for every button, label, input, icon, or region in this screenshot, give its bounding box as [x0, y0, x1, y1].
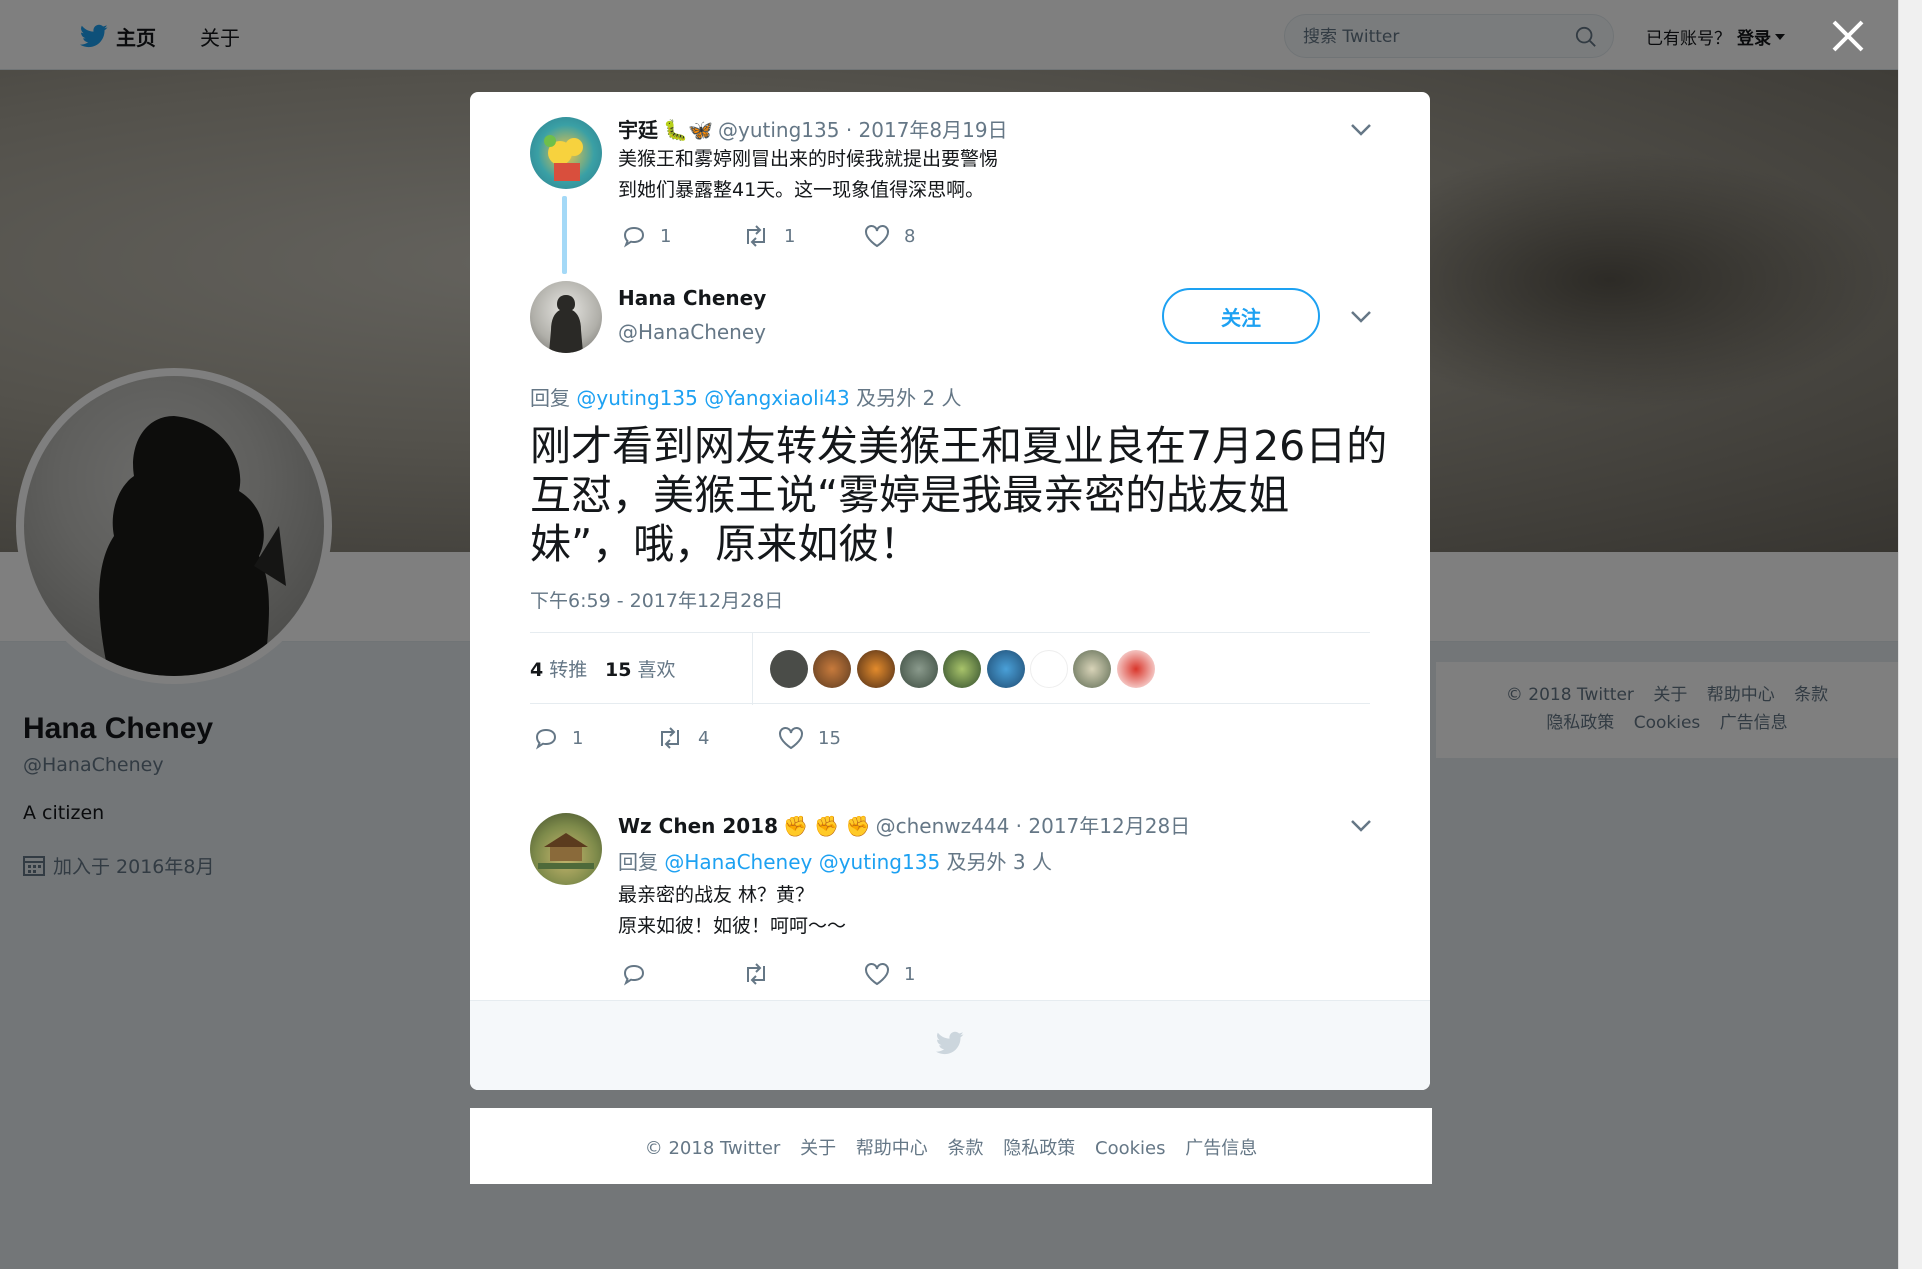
heart-icon	[865, 225, 889, 248]
footer-terms[interactable]: 条款	[948, 1138, 984, 1159]
main-tweet-author-handle[interactable]: @HanaCheney	[618, 320, 766, 344]
reply-mention-link[interactable]: @Yangxiaoli43	[704, 386, 850, 410]
tweet-permalink-modal: 宇廷 🐛🦋 @yuting135 · 2017年8月19日 美猴王和雾婷刚冒出来…	[470, 92, 1430, 1090]
parent-tweet-actions: 1 1 8	[622, 224, 915, 248]
reply-tweet-avatar[interactable]	[530, 813, 602, 885]
reply-prefix: 回复	[618, 850, 658, 874]
retweet-stat[interactable]: 4 转推	[530, 655, 587, 682]
liker-avatar[interactable]	[857, 650, 895, 688]
reply-tweet-text-line1: 最亲密的战友 林？黄？	[618, 884, 815, 906]
reply-icon	[535, 728, 557, 750]
retweet-icon	[747, 225, 765, 247]
reply-others-link[interactable]: 及另外 2 人	[856, 386, 961, 410]
reply-icon	[623, 226, 645, 248]
page-footer: © 2018 Twitter 关于 帮助中心 条款 隐私政策 Cookies 广…	[470, 1108, 1432, 1184]
liker-avatar[interactable]	[1117, 650, 1155, 688]
modal-footer	[470, 1000, 1430, 1090]
close-icon[interactable]	[1826, 14, 1870, 58]
main-tweet-timestamp[interactable]: 下午6:59 - 2017年12月28日	[530, 586, 783, 613]
like-count: 15	[818, 727, 841, 749]
retweet-icon	[661, 727, 679, 749]
reply-mention-link[interactable]: @yuting135	[819, 850, 940, 874]
retweet-button[interactable]	[742, 962, 864, 986]
liker-avatar[interactable]	[987, 650, 1025, 688]
retweet-icon	[747, 963, 765, 985]
retweet-stat-count: 4	[530, 659, 544, 681]
reply-button[interactable]	[622, 962, 742, 986]
chevron-down-icon[interactable]	[1350, 819, 1372, 833]
reply-button[interactable]: 1	[534, 726, 656, 750]
reply-tweet-text: 最亲密的战友 林？黄？ 原来如彼！如彼！呵呵～～	[618, 880, 846, 942]
main-tweet-avatar[interactable]	[530, 281, 602, 353]
heart-icon	[865, 963, 889, 986]
follow-button[interactable]: 关注	[1162, 288, 1320, 344]
parent-tweet-header: 宇廷 🐛🦋 @yuting135 · 2017年8月19日	[618, 114, 1008, 143]
retweet-count: 1	[784, 225, 796, 247]
thread-connector-line	[562, 196, 567, 274]
reply-mention-link[interactable]: @yuting135	[576, 386, 697, 410]
footer-cookies[interactable]: Cookies	[1095, 1138, 1165, 1159]
stats-divider	[752, 633, 753, 705]
chevron-down-icon[interactable]	[1350, 123, 1372, 137]
like-stat[interactable]: 15 喜欢	[605, 655, 675, 682]
like-button[interactable]: 1	[864, 962, 915, 986]
retweet-stat-label: 转推	[549, 659, 588, 681]
parent-tweet-author-name[interactable]: 宇廷	[618, 118, 658, 142]
reply-others-link[interactable]: 及另外 3 人	[947, 850, 1052, 874]
footer-privacy[interactable]: 隐私政策	[1003, 1138, 1075, 1159]
heart-icon	[779, 727, 803, 750]
like-button[interactable]: 15	[778, 726, 841, 750]
retweet-count: 4	[698, 727, 710, 749]
footer-help[interactable]: 帮助中心	[856, 1138, 928, 1159]
parent-tweet-text-line2: 到她们暴露整41天。这一现象值得深思啊。	[618, 179, 985, 201]
liker-avatar[interactable]	[900, 650, 938, 688]
footer-ads[interactable]: 广告信息	[1185, 1138, 1257, 1159]
twitter-bird-icon	[935, 1031, 964, 1055]
avatar-cartoon-image	[544, 135, 583, 181]
main-tweet-author-name[interactable]: Hana Cheney	[618, 286, 766, 310]
reply-tweet-header: Wz Chen 2018 ✊ ✊ ✊ @chenwz444 · 2017年12月…	[618, 810, 1190, 839]
main-tweet-actions: 1 4 15	[534, 726, 841, 750]
like-count: 1	[904, 963, 916, 985]
reply-tweet-handle-date[interactable]: @chenwz444 · 2017年12月28日	[876, 814, 1191, 838]
reply-prefix: 回复	[530, 386, 570, 410]
caterpillar-emoji-icon: 🐛	[663, 118, 688, 142]
main-tweet-reply-context: 回复 @yuting135 @Yangxiaoli43 及另外 2 人	[530, 382, 962, 411]
parent-tweet-text: 美猴王和雾婷刚冒出来的时候我就提出要警惕 到她们暴露整41天。这一现象值得深思啊…	[618, 144, 998, 206]
reply-count: 1	[660, 225, 672, 247]
reply-tweet-actions: 1	[622, 962, 915, 986]
engagement-stats: 4 转推 15 喜欢	[530, 632, 1370, 705]
like-stat-count: 15	[605, 659, 632, 681]
butterfly-emoji-icon: 🦋	[688, 118, 713, 142]
footer-copyright: © 2018 Twitter	[644, 1138, 781, 1159]
reply-button[interactable]: 1	[622, 224, 742, 248]
liker-avatar[interactable]	[943, 650, 981, 688]
retweet-button[interactable]: 4	[656, 726, 778, 750]
page-scrollbar[interactable]	[1898, 0, 1922, 1269]
avatar-pavilion-image	[538, 833, 594, 869]
liker-avatar[interactable]	[1073, 650, 1111, 688]
raised-fist-emoji-icon: ✊ ✊ ✊	[783, 814, 871, 838]
reply-mention-link[interactable]: @HanaCheney	[664, 850, 812, 874]
parent-tweet-handle-date[interactable]: @yuting135 · 2017年8月19日	[718, 118, 1008, 142]
liker-avatar[interactable]	[770, 650, 808, 688]
reply-tweet-author-name[interactable]: Wz Chen 2018	[618, 814, 778, 838]
reply-tweet-text-line2: 原来如彼！如彼！呵呵～～	[618, 915, 847, 937]
footer-about[interactable]: 关于	[800, 1138, 836, 1159]
liker-avatar[interactable]	[1030, 650, 1068, 688]
liker-avatar[interactable]	[813, 650, 851, 688]
like-button[interactable]: 8	[864, 224, 915, 248]
chevron-down-icon[interactable]	[1350, 310, 1372, 324]
main-tweet-text: 刚才看到网友转发美猴王和夏业良在7月26日的互怼，美猴王说“雾婷是我最亲密的战友…	[530, 422, 1388, 568]
reply-icon	[623, 964, 645, 986]
retweet-button[interactable]: 1	[742, 224, 864, 248]
parent-tweet-avatar[interactable]	[530, 117, 602, 189]
parent-tweet-text-line1: 美猴王和雾婷刚冒出来的时候我就提出要警惕	[618, 148, 999, 170]
like-count: 8	[904, 225, 916, 247]
reply-count: 1	[572, 727, 584, 749]
like-stat-label: 喜欢	[637, 659, 676, 681]
avatar-silhouette-image	[549, 295, 583, 353]
reply-tweet-reply-context: 回复 @HanaCheney @yuting135 及另外 3 人	[618, 846, 1052, 875]
